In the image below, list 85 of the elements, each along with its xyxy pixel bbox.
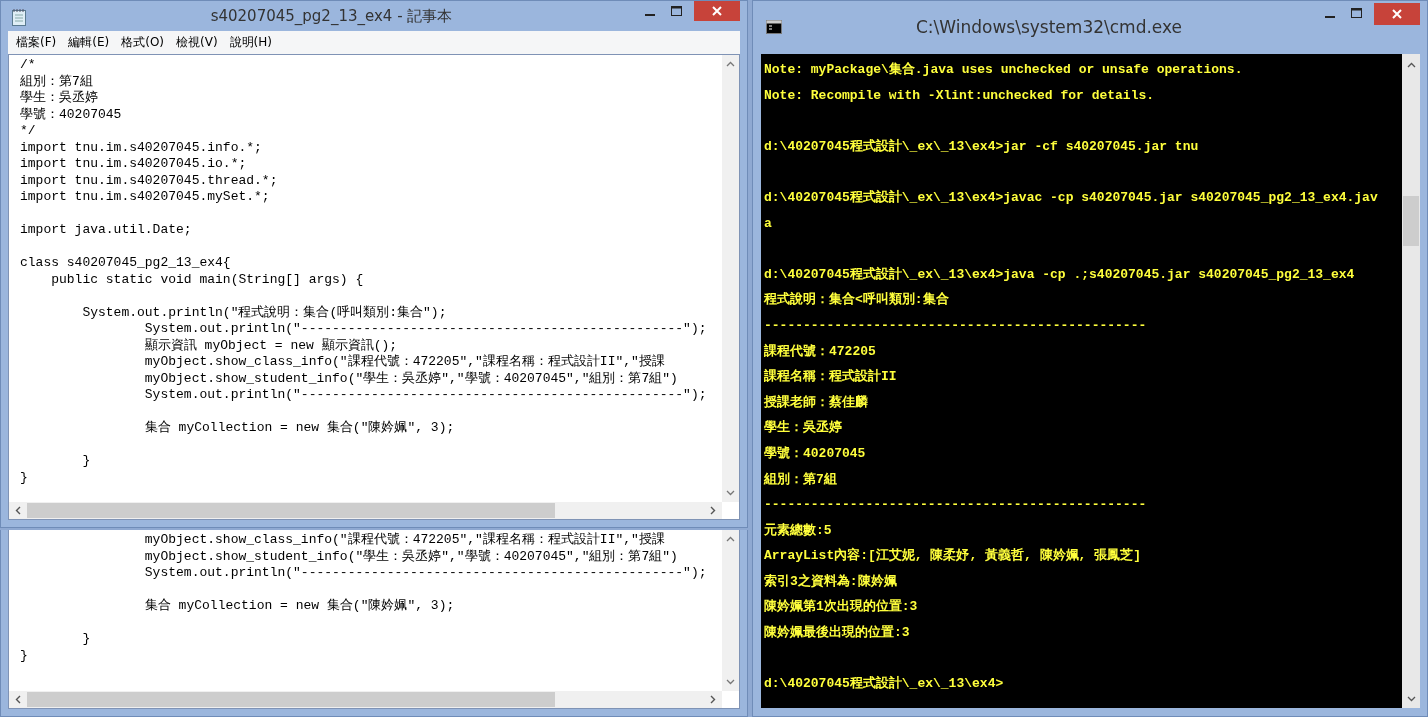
vertical-scrollbar[interactable]	[1402, 54, 1420, 708]
close-icon	[712, 6, 722, 16]
text-area[interactable]	[8, 54, 740, 520]
code-line: import tnu.im.s40207045.io.*;	[20, 156, 247, 173]
minimize-icon	[1324, 15, 1335, 18]
menu-item[interactable]: 說明(H)	[224, 33, 277, 52]
notepad-icon	[11, 8, 27, 26]
code-line: import tnu.im.s40207045.mySet.*;	[20, 189, 270, 206]
code-line: 組別：第7組	[20, 73, 93, 90]
code-line: import tnu.im.s40207045.info.*;	[20, 139, 262, 156]
console-line: a	[764, 214, 772, 233]
code-line: System.out.println("-------------------------------------------------");	[143, 321, 707, 338]
code-line: myObject.show_student_info("學生：吳丞婷","學號：40207045","組別：第7組")	[143, 370, 678, 387]
console-line: 課程代號：472205	[764, 342, 876, 361]
horizontal-scrollbar[interactable]	[9, 502, 722, 519]
console-line: d:\40207045程式設計\_ex\_13\ex4>java -cp .;s40207045.jar s40207045_pg2_13_ex4	[764, 265, 1355, 284]
code-line: class s40207045_pg2_13_ex4{	[20, 255, 231, 272]
scroll-down-icon	[726, 490, 735, 496]
console-line: d:\40207045程式設計\_ex\_13\ex4>	[764, 675, 1004, 694]
code-line: System.out.println("-------------------------------------------------");	[143, 387, 707, 404]
scroll-up-icon	[726, 536, 735, 542]
console-line: 元素總數:5	[764, 521, 832, 540]
menu-item[interactable]: 檔案(F)	[11, 33, 62, 52]
code-line: 顯示資訊 myObject = new 顯示資訊();	[143, 337, 398, 354]
menu-item[interactable]: 編輯(E)	[63, 33, 115, 52]
scroll-up-icon	[726, 61, 735, 67]
console-line: 索引3之資料為:陳妗姵	[764, 572, 897, 591]
scrollbar-thumb[interactable]	[27, 692, 556, 707]
code-line: 集合 myCollection = new 集合("陳妗姵", 3);	[143, 598, 455, 615]
console-line: 學生：吳丞婷	[764, 419, 842, 438]
code-line: System.out.println("-------------------------------------------------");	[143, 565, 707, 582]
code-line: }	[81, 453, 91, 470]
scroll-right-icon	[710, 506, 716, 515]
close-button[interactable]	[1374, 3, 1420, 25]
console-line: d:\40207045程式設計\_ex\_13\ex4>javac -cp s40207045.jar s40207045_pg2_13_ex4.jav	[764, 188, 1378, 207]
vertical-scrollbar[interactable]	[722, 55, 739, 502]
console-line: Note: Recompile with -Xlint:unchecked for details.	[764, 86, 1155, 105]
console-line: 程式說明：集合<呼叫類別:集合	[764, 291, 949, 310]
console-line: d:\40207045程式設計\_ex\_13\ex4>jar -cf s40207045.jar tnu	[764, 137, 1199, 156]
scroll-down-icon	[726, 679, 735, 685]
code-line: public static void main(String[] args) {	[50, 271, 364, 288]
console-line: 授課老師：蔡佳麟	[764, 393, 868, 412]
minimize-icon	[644, 13, 655, 16]
console-line: -------------------------------------------------	[764, 316, 1147, 335]
console-line: 學號：40207045	[764, 444, 866, 463]
menu-item[interactable]: 格式(O)	[116, 33, 170, 52]
menu-item[interactable]: 檢視(V)	[171, 33, 223, 52]
code-line: 集合 myCollection = new 集合("陳妗姵", 3);	[143, 420, 455, 437]
vertical-scrollbar[interactable]	[722, 530, 739, 691]
code-line: myObject.show_class_info("課程代號：472205","課程名稱：程式設計II","授課	[143, 532, 665, 549]
code-line: }	[20, 647, 28, 664]
maximize-icon	[1351, 8, 1362, 18]
close-button[interactable]	[694, 1, 740, 21]
console-line: 課程名稱：程式設計II	[764, 368, 897, 387]
code-line: */	[20, 123, 36, 140]
console-line: 組別：第7組	[764, 470, 837, 489]
code-line: import java.util.Date;	[20, 222, 192, 239]
maximize-icon	[671, 6, 682, 16]
horizontal-scrollbar[interactable]	[9, 691, 722, 708]
scrollbar-thumb[interactable]	[27, 503, 556, 518]
scroll-up-icon	[1406, 62, 1416, 68]
console-line: Note: myPackage\集合.java uses unchecked or unsafe operations.	[764, 61, 1243, 79]
code-line: System.out.println("程式說明：集合(呼叫類別:集合");	[81, 304, 447, 321]
code-line: }	[20, 469, 28, 486]
scroll-right-icon	[710, 695, 716, 704]
close-icon	[1392, 9, 1402, 19]
console-line: 陳妗姵最後出現的位置:3	[764, 624, 910, 643]
code-line: import tnu.im.s40207045.thread.*;	[20, 172, 278, 189]
text-area[interactable]	[8, 530, 740, 709]
cmd-icon	[766, 20, 782, 34]
scroll-left-icon	[15, 506, 21, 515]
code-line: 學號：40207045	[20, 106, 122, 123]
window-title: C:\Windows\system32\cmd.exe	[915, 17, 1183, 37]
code-line: myObject.show_student_info("學生：吳丞婷","學號：40207045","組別：第7組")	[143, 548, 678, 565]
console-line: ArrayList內容:[江艾妮, 陳柔妤, 黃義哲, 陳妗姵, 張鳳芝]	[764, 546, 1142, 566]
scrollbar-thumb[interactable]	[1403, 196, 1419, 246]
code-line: }	[81, 631, 91, 648]
console-line: -------------------------------------------------	[764, 496, 1147, 515]
console-line: 陳妗姵第1次出現的位置:3	[764, 598, 918, 617]
scroll-down-icon	[1406, 696, 1416, 702]
scroll-left-icon	[15, 695, 21, 704]
code-line: myObject.show_class_info("課程代號：472205","課程名稱：程式設計II","授課	[143, 354, 665, 371]
window-title: s40207045_pg2_13_ex4 - 記事本	[209, 7, 454, 26]
code-line: 學生：吳丞婷	[20, 90, 98, 107]
code-line: /*	[20, 57, 36, 74]
